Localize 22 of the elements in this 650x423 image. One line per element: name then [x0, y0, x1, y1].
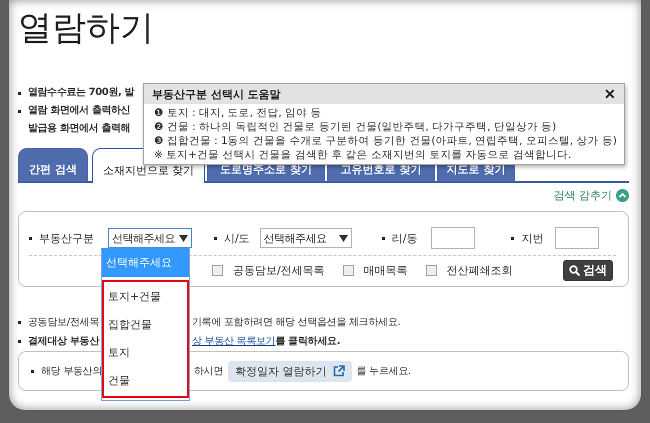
notice-text: 발급용 화면에서 출력해 [28, 122, 130, 136]
note-text: 를 클릭하세요. [275, 335, 340, 349]
field-label: 시/도 [224, 230, 250, 246]
note-text: 공동담보/전세목 [28, 316, 99, 330]
field-label: 부동산구분 [39, 230, 94, 246]
note-text: 결제대상 부동산 [28, 335, 100, 349]
page-title: 열람하기 [18, 7, 155, 48]
checkbox-label: 전산폐쇄조회 [446, 262, 513, 278]
notice-text: 열람 화면에서 출력하신 [28, 104, 130, 118]
note-text: 하시면 [194, 365, 224, 378]
notice-text: 열람수수료는 700원, 발 [28, 86, 134, 100]
field-label: 리/동 [392, 230, 418, 246]
help-text: ❸ 집합건물 : 1동의 건물을 수개로 구분하여 등기한 건물(아파트, 연립주택, 오피스텔, 상가 등) [154, 134, 616, 148]
checkbox-label: 매매목록 [364, 262, 408, 278]
tooltip-title: 부동산구분 선택시 도움말 [152, 86, 281, 102]
field-label: 지번 [521, 230, 544, 246]
checkbox-label: 공동담보/전세목록 [233, 262, 325, 278]
help-text: ❶ 토지 : 대지, 도로, 전답, 임야 등 [154, 106, 322, 120]
help-text: ❷ 건물 : 하나의 독립적인 건물로 등기된 건물(일반주택, 다가구주택, 단일상가 등) [154, 120, 558, 134]
note-text: 기록에 포함하려면 해당 선택옵션을 체크하세요. [192, 316, 400, 330]
note-text: 해당 부동산의 [41, 365, 102, 378]
note-text: 를 누르세요. [356, 365, 411, 378]
